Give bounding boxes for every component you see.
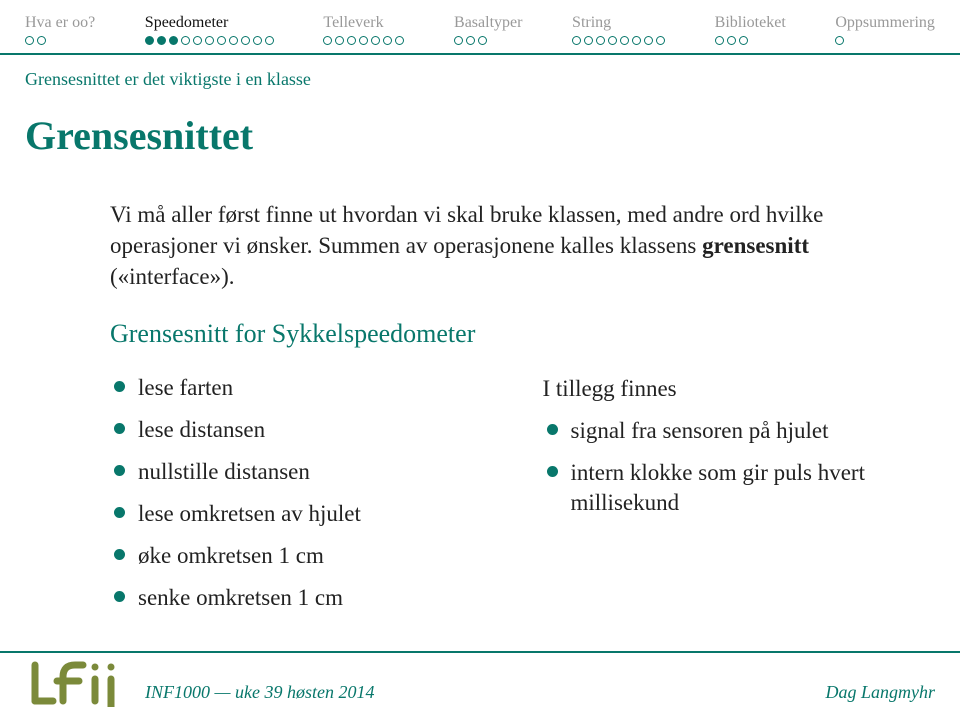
nav-label: Biblioteket	[715, 14, 786, 32]
list-item: lese omkretsen av hjulet	[110, 499, 473, 529]
progress-dot-icon	[25, 36, 34, 45]
right-column: I tillegg finnes signal fra sensoren på …	[543, 373, 906, 624]
progress-dot-icon	[229, 36, 238, 45]
progress-dot-icon	[596, 36, 605, 45]
progress-dot-icon	[157, 36, 166, 45]
progress-dot-icon	[608, 36, 617, 45]
progress-dot-icon	[383, 36, 392, 45]
right-bullets: signal fra sensoren på hjulet intern klok…	[543, 416, 906, 518]
nav-label: Basaltyper	[454, 14, 522, 32]
list-item: nullstille distansen	[110, 457, 473, 487]
progress-dot-icon	[395, 36, 404, 45]
progress-dot-icon	[169, 36, 178, 45]
footer: INF1000 — uke 39 høsten 2014 Dag Langmyh…	[0, 651, 960, 707]
list-item: intern klokke som gir puls hvert millise…	[543, 458, 906, 518]
progress-dot-icon	[644, 36, 653, 45]
right-lead: I tillegg finnes	[543, 373, 906, 404]
progress-dot-icon	[727, 36, 736, 45]
progress-dot-icon	[347, 36, 356, 45]
progress-dot-icon	[572, 36, 581, 45]
slide-body: Vi må aller først finne ut hvordan vi sk…	[0, 169, 960, 625]
progress-dot-icon	[371, 36, 380, 45]
progress-dot-icon	[715, 36, 724, 45]
progress-dot-icon	[193, 36, 202, 45]
list-item: senke omkretsen 1 cm	[110, 583, 473, 613]
progress-dot-icon	[181, 36, 190, 45]
progress-dot-icon	[323, 36, 332, 45]
progress-dot-icon	[37, 36, 46, 45]
footer-author: Dag Langmyhr	[825, 682, 935, 707]
nav-label: String	[572, 14, 665, 32]
progress-dot-icon	[241, 36, 250, 45]
nav-label: Oppsummering	[835, 14, 935, 32]
nav-progress-dots	[572, 36, 665, 45]
nav-progress-dots	[715, 36, 786, 45]
list-item: lese distansen	[110, 415, 473, 445]
section-heading: Grensesnitt for Sykkelspeedometer	[110, 316, 905, 351]
left-column: lese farten lese distansen nullstille dist…	[110, 373, 473, 624]
para-bold: grensesnitt	[702, 233, 809, 258]
intro-paragraph: Vi må aller først finne ut hvordan vi sk…	[110, 199, 905, 292]
footer-course: INF1000 — uke 39 høsten 2014	[145, 682, 374, 707]
nav-progress-dots	[323, 36, 404, 45]
list-item: signal fra sensoren på hjulet	[543, 416, 906, 446]
nav-item-5[interactable]: Biblioteket	[715, 14, 786, 45]
columns: lese farten lese distansen nullstille dist…	[110, 373, 905, 624]
progress-dot-icon	[478, 36, 487, 45]
progress-dot-icon	[632, 36, 641, 45]
nav-progress-dots	[454, 36, 522, 45]
progress-dot-icon	[217, 36, 226, 45]
progress-dot-icon	[739, 36, 748, 45]
nav-item-1[interactable]: Speedometer	[145, 14, 274, 45]
progress-dot-icon	[253, 36, 262, 45]
list-item: øke omkretsen 1 cm	[110, 541, 473, 571]
progress-dot-icon	[466, 36, 475, 45]
nav-label: Telleverk	[323, 14, 404, 32]
progress-dot-icon	[335, 36, 344, 45]
left-bullets: lese farten lese distansen nullstille dist…	[110, 373, 473, 612]
footer-divider	[0, 651, 960, 653]
nav-label: Hva er oo?	[25, 14, 95, 32]
ifi-logo-icon	[25, 659, 125, 707]
progress-dot-icon	[454, 36, 463, 45]
progress-dot-icon	[205, 36, 214, 45]
nav-progress-dots	[25, 36, 95, 45]
progress-dot-icon	[620, 36, 629, 45]
progress-dot-icon	[656, 36, 665, 45]
nav-label: Speedometer	[145, 14, 274, 32]
progress-dot-icon	[265, 36, 274, 45]
nav-progress-dots	[145, 36, 274, 45]
progress-dot-icon	[359, 36, 368, 45]
list-item: lese farten	[110, 373, 473, 403]
para-text-2: («interface»).	[110, 264, 235, 289]
nav-item-4[interactable]: String	[572, 14, 665, 45]
nav-item-3[interactable]: Basaltyper	[454, 14, 522, 45]
slide-title: Grensesnittet	[0, 90, 960, 169]
nav-item-2[interactable]: Telleverk	[323, 14, 404, 45]
nav-item-0[interactable]: Hva er oo?	[25, 14, 95, 45]
nav-progress-dots	[835, 36, 935, 45]
slide-subtitle: Grensesnittet er det viktigste i en klas…	[0, 55, 960, 90]
progress-dot-icon	[145, 36, 154, 45]
progress-dot-icon	[835, 36, 844, 45]
progress-dot-icon	[584, 36, 593, 45]
section-nav: Hva er oo? Speedometer Telleverk Basaltyper…	[0, 0, 960, 47]
nav-item-6[interactable]: Oppsummering	[835, 14, 935, 45]
